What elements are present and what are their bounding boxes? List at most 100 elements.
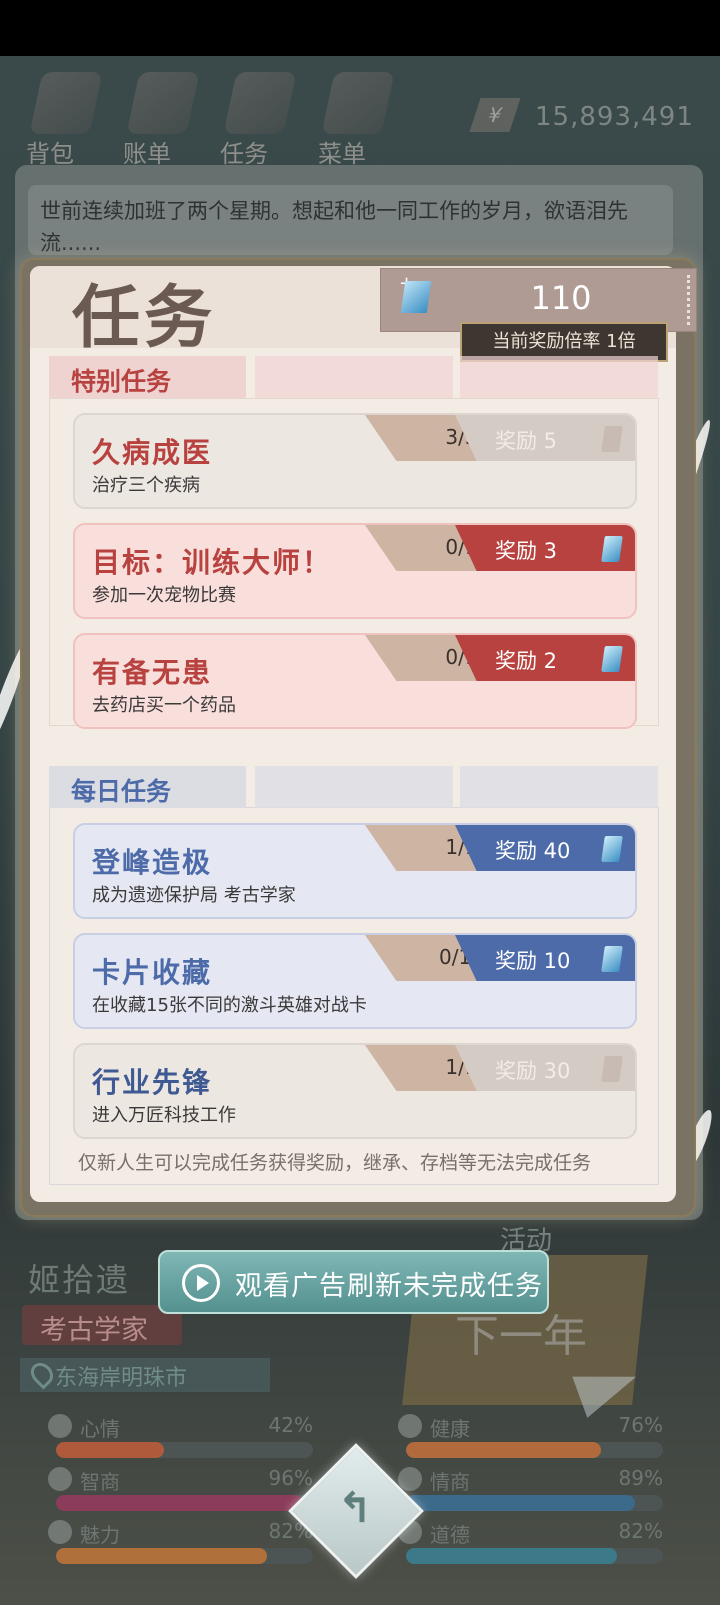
money-display: ¥ 15,893,491 bbox=[465, 92, 700, 132]
task-reward-label: 奖励 30 bbox=[495, 1059, 571, 1083]
nav-menu[interactable]: 菜单 bbox=[310, 66, 400, 168]
task-reward[interactable]: 奖励 10 bbox=[455, 935, 635, 981]
stat-value: 76% bbox=[618, 1413, 663, 1437]
watch-ad-refresh-button[interactable]: 观看广告刷新未完成任务 bbox=[158, 1250, 549, 1314]
character-name: 姬拾遗 bbox=[28, 1261, 131, 1299]
task-card[interactable]: 有备无患 去药店买一个药品 0/1 奖励 2 bbox=[73, 633, 637, 729]
task-card[interactable]: 卡片收藏 在收藏15张不同的激斗英雄对战卡 0/15 奖励 10 bbox=[73, 933, 637, 1029]
task-title: 卡片收藏 bbox=[92, 956, 213, 989]
task-card[interactable]: 久病成医 治疗三个疾病 3/3 奖励 5 bbox=[73, 413, 637, 509]
task-reward: 奖励 30 bbox=[455, 1045, 635, 1091]
stat-bar: 心情 42% bbox=[38, 1410, 323, 1466]
task-title: 久病成医 bbox=[92, 436, 213, 469]
stat-bar: 情商 89% bbox=[388, 1463, 673, 1519]
stat-fill bbox=[56, 1548, 267, 1564]
stat-fill bbox=[56, 1442, 164, 1458]
job-label: 考古学家 bbox=[40, 1315, 148, 1346]
card-icon bbox=[601, 536, 623, 562]
stat-label: 智商 bbox=[80, 1470, 120, 1494]
task-reward[interactable]: 奖励 2 bbox=[455, 635, 635, 681]
special-section-tab: 特别任务 bbox=[49, 356, 246, 398]
story-text: 世前连续加班了两个星期。想起和他一同工作的岁月，欲语泪先流...... bbox=[40, 199, 628, 255]
card-icon bbox=[601, 1056, 623, 1082]
card-icon bbox=[601, 426, 623, 452]
nav-backpack[interactable]: 背包 bbox=[18, 66, 108, 168]
task-card[interactable]: 登峰造极 成为遗迹保护局 考古学家 1/1 奖励 40 bbox=[73, 823, 637, 919]
nav-bill[interactable]: 账单 bbox=[115, 66, 205, 168]
stat-bar: 道德 82% bbox=[388, 1516, 673, 1572]
tab-placeholder bbox=[460, 356, 658, 398]
stat-value: 42% bbox=[268, 1413, 313, 1437]
stat-fill bbox=[406, 1548, 617, 1564]
daily-section-label: 每日任务 bbox=[71, 777, 172, 806]
stat-label: 道德 bbox=[430, 1523, 470, 1547]
watch-ad-label: 观看广告刷新未完成任务 bbox=[235, 1271, 543, 1302]
stat-label: 情商 bbox=[430, 1470, 470, 1494]
task-title: 登峰造极 bbox=[92, 846, 213, 879]
stat-track bbox=[406, 1548, 663, 1564]
bill-icon bbox=[126, 72, 200, 134]
task-description: 进入万匠科技工作 bbox=[92, 1105, 236, 1126]
task-icon bbox=[223, 72, 297, 134]
task-description: 去药店买一个药品 bbox=[92, 695, 236, 716]
stat-label: 健康 bbox=[430, 1417, 470, 1441]
special-section-label: 特别任务 bbox=[71, 367, 172, 396]
stat-track bbox=[56, 1442, 313, 1458]
panel-footnote: 仅新人生可以完成任务获得奖励，继承、存档等无法完成任务 bbox=[78, 1152, 592, 1174]
stat-track bbox=[56, 1548, 313, 1564]
task-reward-label: 奖励 10 bbox=[495, 949, 571, 973]
task-reward: 奖励 5 bbox=[455, 415, 635, 461]
money-value: 15,893,491 bbox=[535, 102, 694, 132]
stat-fill bbox=[56, 1495, 303, 1511]
task-reward-label: 奖励 2 bbox=[495, 649, 558, 673]
stat-label: 魅力 bbox=[80, 1523, 120, 1547]
stat-fill bbox=[406, 1442, 602, 1458]
points-value: 110 bbox=[530, 279, 592, 317]
backpack-icon bbox=[29, 72, 103, 134]
task-card[interactable]: 目标：训练大师！ 参加一次宠物比赛 0/1 奖励 3 bbox=[73, 523, 637, 619]
stat-track bbox=[406, 1442, 663, 1458]
task-description: 参加一次宠物比赛 bbox=[92, 585, 236, 606]
stat-bar: 魅力 82% bbox=[38, 1516, 323, 1572]
task-description: 成为遗迹保护局 考古学家 bbox=[92, 885, 296, 906]
status-bar bbox=[0, 0, 720, 56]
tab-placeholder bbox=[255, 766, 453, 808]
task-reward-label: 奖励 5 bbox=[495, 429, 558, 453]
stat-icon bbox=[398, 1414, 422, 1438]
tab-placeholder bbox=[460, 766, 658, 808]
task-reward-label: 奖励 40 bbox=[495, 839, 571, 863]
stat-bar: 智商 96% bbox=[38, 1463, 323, 1519]
stat-value: 82% bbox=[618, 1519, 663, 1543]
stat-track bbox=[56, 1495, 313, 1511]
task-description: 治疗三个疾病 bbox=[92, 475, 200, 496]
card-icon bbox=[601, 646, 623, 672]
nav-task[interactable]: 任务 bbox=[212, 66, 302, 168]
card-icon bbox=[400, 281, 432, 313]
stat-label: 心情 bbox=[80, 1417, 120, 1441]
card-icon bbox=[601, 946, 623, 972]
card-icon bbox=[601, 836, 623, 862]
task-title: 行业先锋 bbox=[92, 1066, 213, 1099]
panel-title: 任务 bbox=[72, 279, 217, 358]
task-description: 在收藏15张不同的激斗英雄对战卡 bbox=[92, 995, 367, 1016]
stat-track bbox=[406, 1495, 663, 1511]
task-reward[interactable]: 奖励 3 bbox=[455, 525, 635, 571]
stat-value: 89% bbox=[618, 1466, 663, 1490]
task-title: 有备无患 bbox=[92, 656, 213, 689]
yen-icon: ¥ bbox=[469, 98, 521, 132]
nav-label: 背包 bbox=[26, 140, 74, 168]
stat-icon bbox=[48, 1414, 72, 1438]
stat-bar: 健康 76% bbox=[388, 1410, 673, 1466]
nav-label: 任务 bbox=[220, 140, 268, 168]
stat-icon bbox=[48, 1520, 72, 1544]
location-label: 东海岸明珠市 bbox=[55, 1366, 188, 1391]
menu-icon bbox=[321, 72, 395, 134]
points-divider bbox=[669, 275, 690, 325]
task-card[interactable]: 行业先锋 进入万匠科技工作 1/1 奖励 30 bbox=[73, 1043, 637, 1139]
task-reward[interactable]: 奖励 40 bbox=[455, 825, 635, 871]
task-title: 目标：训练大师！ bbox=[92, 546, 333, 579]
daily-section-tab: 每日任务 bbox=[49, 766, 246, 808]
back-arrow-icon: ↰ bbox=[337, 1483, 373, 1532]
stat-value: 96% bbox=[268, 1466, 313, 1490]
tab-placeholder bbox=[255, 356, 453, 398]
